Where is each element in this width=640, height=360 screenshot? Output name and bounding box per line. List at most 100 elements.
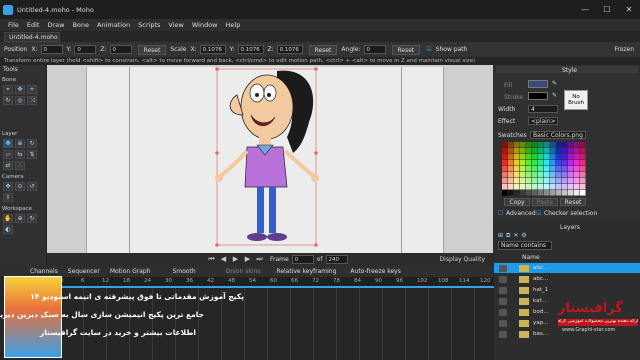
color-swatch[interactable] <box>562 172 568 178</box>
color-swatch[interactable] <box>550 154 556 160</box>
layer-settings-icon[interactable]: ⚙ <box>521 232 529 239</box>
layer-row[interactable]: hat_1 <box>494 285 640 295</box>
color-swatch[interactable] <box>526 178 532 184</box>
flip-vertical-icon[interactable]: ⇅ <box>27 150 37 159</box>
layer-row-selected[interactable]: abc... <box>494 263 640 273</box>
rotate-workspace-icon[interactable]: ↻ <box>27 214 37 223</box>
step-forward-icon[interactable]: ▶ <box>243 255 252 264</box>
timeline-ruler[interactable]: 0612182430364248546066727884909610210811… <box>60 277 494 286</box>
color-swatch[interactable] <box>574 154 580 160</box>
color-swatch[interactable] <box>538 160 544 166</box>
maximize-button[interactable]: ☐ <box>596 0 618 19</box>
color-swatch[interactable] <box>568 148 574 154</box>
auto-freeze-keys-toggle[interactable]: Auto-freeze keys <box>350 268 400 275</box>
color-swatch[interactable] <box>532 172 538 178</box>
color-swatch[interactable] <box>580 148 586 154</box>
color-swatch[interactable] <box>526 160 532 166</box>
color-swatch[interactable] <box>580 160 586 166</box>
color-swatch[interactable] <box>526 166 532 172</box>
color-swatch[interactable] <box>502 190 508 196</box>
color-swatch[interactable] <box>520 160 526 166</box>
frame-field[interactable]: 0 <box>291 255 314 264</box>
color-swatch[interactable] <box>526 148 532 154</box>
color-swatch[interactable] <box>568 166 574 172</box>
menu-help[interactable]: Help <box>226 21 241 29</box>
color-swatch[interactable] <box>526 154 532 160</box>
color-swatch[interactable] <box>514 184 520 190</box>
scale-y-field[interactable]: 0.1076 <box>237 45 264 54</box>
color-swatch[interactable] <box>574 172 580 178</box>
color-swatch[interactable] <box>538 148 544 154</box>
zoom-workspace-icon[interactable]: ⊕ <box>15 214 25 223</box>
color-swatch[interactable] <box>508 172 514 178</box>
color-swatch[interactable] <box>574 148 580 154</box>
menu-window[interactable]: Window <box>192 21 218 29</box>
color-swatch[interactable] <box>556 190 562 196</box>
color-swatch[interactable] <box>514 148 520 154</box>
color-swatch[interactable] <box>562 160 568 166</box>
color-swatch[interactable] <box>532 166 538 172</box>
menu-animation[interactable]: Animation <box>97 21 130 29</box>
fast-forward-icon[interactable]: ⏭ <box>255 255 264 264</box>
color-swatch[interactable] <box>514 160 520 166</box>
color-swatch[interactable] <box>562 184 568 190</box>
tab-sequencer[interactable]: Sequencer <box>68 268 100 275</box>
color-swatch[interactable] <box>544 178 550 184</box>
fill-eyedropper-icon[interactable]: ✎ <box>552 80 557 87</box>
position-y-field[interactable]: 0 <box>74 45 97 54</box>
add-bone-icon[interactable]: + <box>27 85 37 94</box>
transform-layer-icon[interactable]: ✥ <box>3 139 13 148</box>
color-swatch[interactable] <box>556 172 562 178</box>
rotate-layer-icon[interactable]: ↻ <box>27 139 37 148</box>
color-swatch[interactable] <box>556 142 562 148</box>
color-swatch[interactable] <box>520 142 526 148</box>
color-swatch[interactable] <box>550 172 556 178</box>
tab-channels[interactable]: Channels <box>30 268 58 275</box>
color-swatch[interactable] <box>502 184 508 190</box>
color-swatch[interactable] <box>544 190 550 196</box>
tab-motion-graph[interactable]: Motion Graph <box>110 268 151 275</box>
fill-color-swatch[interactable] <box>528 80 548 88</box>
color-swatch[interactable] <box>550 142 556 148</box>
color-swatch[interactable] <box>532 160 538 166</box>
color-swatches-grid[interactable] <box>502 142 586 196</box>
width-field[interactable]: 4 <box>528 105 558 113</box>
play-icon[interactable]: ▶ <box>231 255 240 264</box>
color-swatch[interactable] <box>580 142 586 148</box>
color-swatch[interactable] <box>538 154 544 160</box>
color-swatch[interactable] <box>520 178 526 184</box>
color-swatch[interactable] <box>574 166 580 172</box>
color-swatch[interactable] <box>538 178 544 184</box>
color-swatch[interactable] <box>538 184 544 190</box>
shear-layer-icon[interactable]: ▱ <box>3 150 13 159</box>
color-swatch[interactable] <box>526 172 532 178</box>
color-swatch[interactable] <box>514 190 520 196</box>
color-swatch[interactable] <box>568 172 574 178</box>
roll-camera-icon[interactable]: ↺ <box>27 182 37 191</box>
color-swatch[interactable] <box>574 160 580 166</box>
color-swatch[interactable] <box>508 148 514 154</box>
advanced-checkbox[interactable]: ☐ <box>498 210 503 217</box>
color-swatch[interactable] <box>556 184 562 190</box>
translate-bone-icon[interactable]: ✥ <box>15 85 25 94</box>
position-x-field[interactable]: 0 <box>40 45 63 54</box>
color-swatch[interactable] <box>550 184 556 190</box>
color-swatch[interactable] <box>502 178 508 184</box>
angle-field[interactable]: 0 <box>363 45 386 54</box>
color-swatch[interactable] <box>580 184 586 190</box>
menu-bone[interactable]: Bone <box>72 21 89 29</box>
color-swatch[interactable] <box>520 172 526 178</box>
rotate-bone-icon[interactable]: ↻ <box>3 96 13 105</box>
color-swatch[interactable] <box>556 160 562 166</box>
color-swatch[interactable] <box>532 190 538 196</box>
layer-visibility-icon[interactable] <box>499 308 507 316</box>
color-swatch[interactable] <box>544 184 550 190</box>
minimize-button[interactable]: — <box>574 0 596 19</box>
copy-button[interactable]: Copy <box>504 198 530 206</box>
layer-visibility-icon[interactable] <box>499 330 507 338</box>
color-swatch[interactable] <box>556 166 562 172</box>
color-swatch[interactable] <box>520 166 526 172</box>
color-swatch[interactable] <box>574 184 580 190</box>
menu-edit[interactable]: Edit <box>27 21 40 29</box>
color-swatch[interactable] <box>532 178 538 184</box>
